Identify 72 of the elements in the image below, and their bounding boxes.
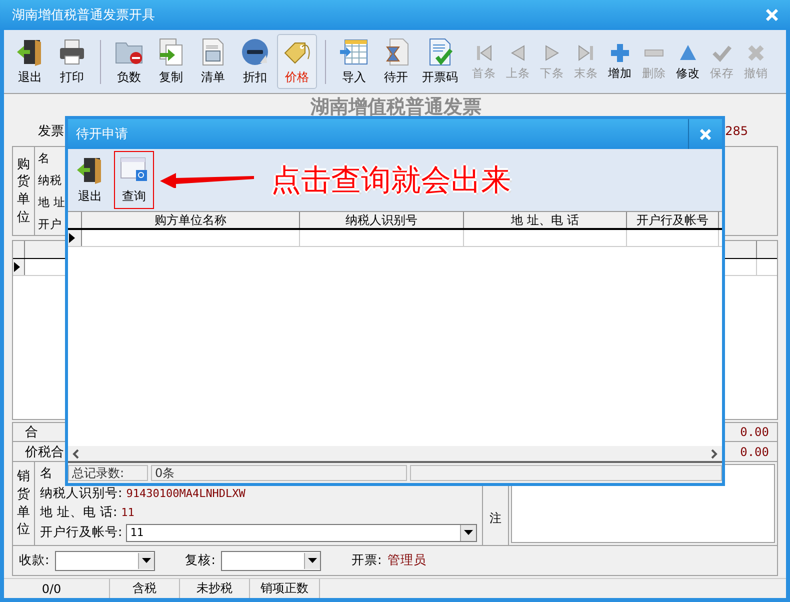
total-amount: 0.00 bbox=[740, 425, 769, 439]
field-label: 复核: bbox=[185, 552, 216, 569]
field-label: 地 址 bbox=[38, 194, 66, 210]
toolbar-button[interactable]: 复制 bbox=[151, 34, 191, 89]
status-text: 销项正数 bbox=[260, 580, 308, 597]
invoice-type-label: 发票 bbox=[38, 123, 64, 140]
horizontal-scrollbar[interactable] bbox=[68, 446, 722, 461]
row-pointer-icon bbox=[68, 233, 76, 243]
status-label: 总记录数: bbox=[72, 464, 124, 482]
toolbar-button[interactable]: 退出 bbox=[10, 34, 50, 89]
status-text: 含税 bbox=[132, 580, 156, 597]
toolbar-button[interactable]: 开票码 bbox=[418, 34, 462, 89]
toolbar-button[interactable]: 打印 bbox=[52, 34, 92, 89]
record-count: 0条 bbox=[155, 464, 175, 482]
triangle-up-icon bbox=[678, 42, 698, 62]
status-text: 未抄税 bbox=[196, 580, 232, 597]
toolbar-button[interactable]: 价格 bbox=[277, 34, 317, 89]
field-label: 收款: bbox=[19, 552, 50, 569]
invoice-number: 285 bbox=[725, 124, 748, 138]
caret-icon bbox=[308, 558, 318, 563]
issuer-name: 管理员 bbox=[388, 552, 427, 569]
field-label: 纳税 bbox=[38, 172, 63, 188]
bank-account-field[interactable]: 11 bbox=[126, 524, 477, 542]
remarks-label: 注 bbox=[490, 510, 502, 527]
seller-heading: 销货单位 bbox=[17, 468, 30, 539]
column-header: 开户行及帐号 bbox=[636, 212, 708, 228]
field-label: 名 bbox=[40, 465, 53, 482]
toolbar-button[interactable]: 增加 bbox=[604, 42, 636, 80]
payee-dropdown[interactable] bbox=[55, 550, 156, 570]
caret-icon bbox=[142, 558, 152, 563]
invoice-title: 湖南增值税普通发票 bbox=[310, 96, 482, 118]
field-label: 名 bbox=[38, 150, 51, 166]
total-label: 价税合 bbox=[25, 444, 64, 460]
skip-back-icon bbox=[474, 42, 494, 62]
reviewer-dropdown[interactable] bbox=[221, 550, 322, 570]
field-label: 开户行及帐号: bbox=[40, 524, 122, 542]
toolbar-button[interactable]: 导入 bbox=[334, 34, 374, 89]
column-header: 地 址、电 话 bbox=[511, 212, 579, 228]
caret-icon bbox=[464, 530, 473, 536]
field-label: 开票: bbox=[351, 552, 382, 569]
buyer-heading: 购货单位 bbox=[17, 156, 30, 226]
close-icon[interactable] bbox=[766, 9, 778, 21]
toolbar-button[interactable]: 修改 bbox=[672, 42, 704, 80]
field-label: 地 址、电 话: bbox=[40, 504, 118, 522]
toolbar-button[interactable]: 查询 bbox=[114, 151, 154, 209]
column-header: 纳税人识别号 bbox=[346, 212, 418, 228]
field-label: 开户 bbox=[38, 216, 63, 232]
row-pointer-icon bbox=[13, 262, 21, 272]
field-label: 纳税人识别号: bbox=[40, 484, 122, 502]
chevron-left-icon[interactable] bbox=[72, 448, 80, 458]
toolbar-button[interactable]: 退出 bbox=[70, 151, 110, 209]
skip-forward-icon bbox=[576, 42, 596, 62]
toolbar-button[interactable]: 负数 bbox=[109, 34, 149, 89]
window-title: 湖南增值税普通发票开具 bbox=[12, 6, 155, 24]
total-label: 合 bbox=[25, 424, 38, 441]
toolbar-button[interactable]: 待开 bbox=[376, 34, 416, 89]
toolbar-button[interactable]: 折扣 bbox=[235, 34, 275, 89]
plus-icon bbox=[610, 42, 630, 62]
toolbar-button[interactable]: 清单 bbox=[193, 34, 233, 89]
cross-icon bbox=[746, 42, 766, 62]
printer-icon bbox=[57, 37, 87, 67]
table-import-icon bbox=[339, 37, 369, 67]
column-header: 购方单位名称 bbox=[154, 212, 226, 228]
chevron-right-icon[interactable] bbox=[710, 448, 718, 458]
status-text: 0/0 bbox=[42, 582, 62, 596]
dialog-title: 待开申请 bbox=[76, 126, 128, 143]
close-icon bbox=[700, 128, 711, 140]
discount-sticker-icon bbox=[240, 37, 270, 67]
annotation-text: 点击查询就会出来 bbox=[271, 162, 511, 200]
field-value: 91430100MA4LNHDLXW bbox=[126, 486, 246, 500]
field-value: 11 bbox=[121, 506, 134, 520]
total-amount: 0.00 bbox=[740, 444, 769, 458]
